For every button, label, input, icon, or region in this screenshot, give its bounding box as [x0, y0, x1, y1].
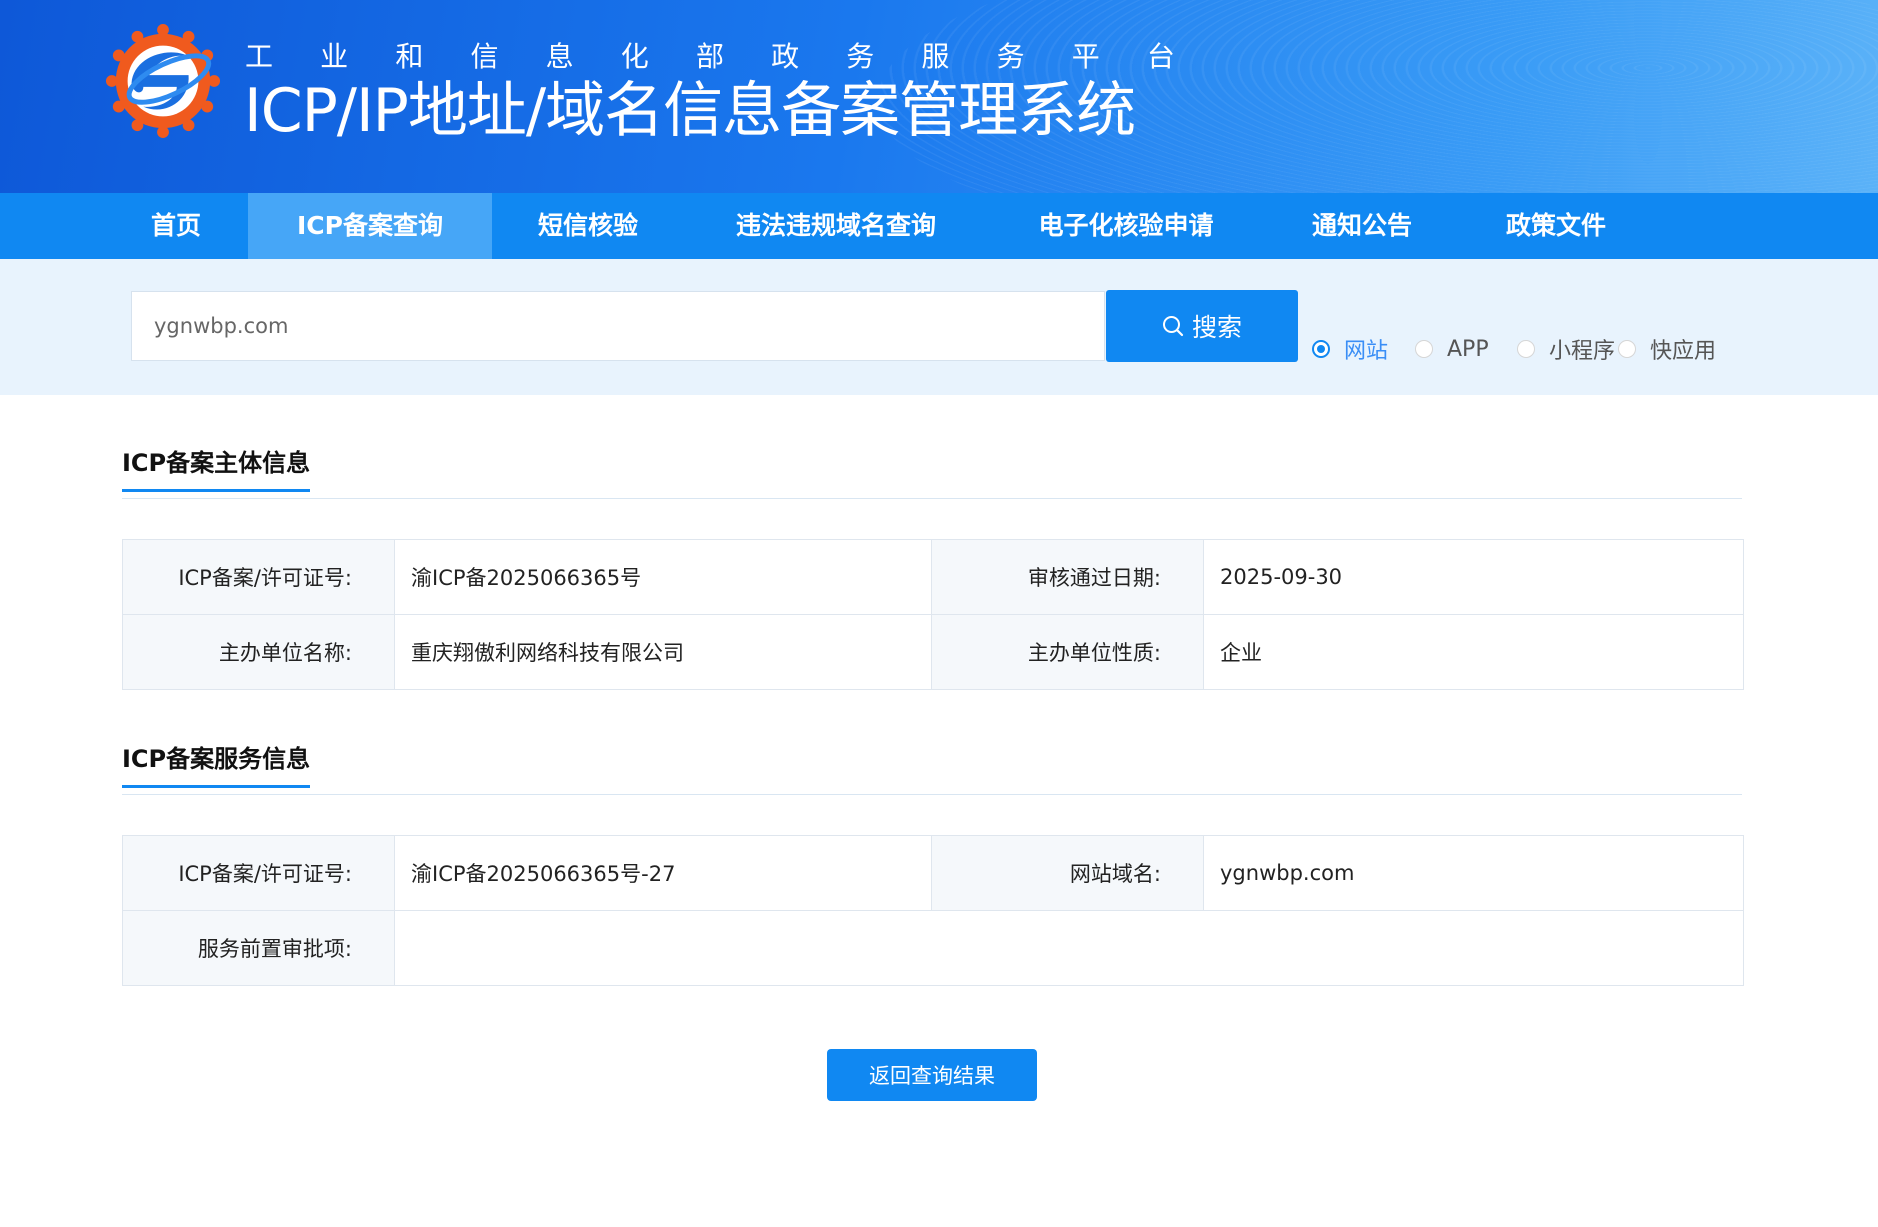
org-name-label: 主办单位名称: [122, 614, 395, 690]
service-info-table: ICP备案/许可证号: 渝ICP备2025066365号-27 网站域名: yg… [122, 835, 1744, 986]
subtitle-char: 息 [545, 40, 574, 73]
subtitle-char: 政 [771, 40, 800, 73]
back-to-results-button[interactable]: 返回查询结果 [827, 1049, 1037, 1101]
radio-quick-app[interactable]: 快应用 [1618, 333, 1716, 365]
nav-item-home[interactable]: 首页 [128, 193, 224, 259]
org-name-value: 重庆翔傲利网络科技有限公司 [394, 614, 932, 690]
search-button-label: 搜索 [1191, 313, 1242, 342]
main-nav: 首页 ICP备案查询 短信核验 违法违规域名查询 电子化核验申请 通知公告 政策… [0, 193, 1878, 259]
nav-item-illegal-domain[interactable]: 违法违规域名查询 [718, 193, 954, 259]
radio-label: 小程序 [1549, 339, 1616, 364]
nav-item-sms-verify[interactable]: 短信核验 [520, 193, 656, 259]
table-row: ICP备案/许可证号: 渝ICP备2025066365号-27 网站域名: yg… [122, 835, 1744, 911]
nav-item-policy[interactable]: 政策文件 [1490, 193, 1622, 259]
subtitle-char: 务 [846, 40, 875, 73]
radio-dot-icon [1618, 340, 1636, 358]
radio-dot-icon [1312, 340, 1330, 358]
subtitle-char: 信 [470, 40, 499, 73]
subtitle-char: 和 [395, 40, 424, 73]
org-nature-label: 主办单位性质: [931, 614, 1204, 690]
section-divider [122, 794, 1742, 795]
subtitle-char: 务 [996, 40, 1025, 73]
approve-date-label: 审核通过日期: [931, 539, 1204, 615]
search-button[interactable]: 搜索 [1106, 290, 1298, 362]
search-icon [1162, 316, 1184, 337]
table-row: 服务前置审批项: [122, 910, 1744, 986]
radio-mini-program[interactable]: 小程序 [1517, 333, 1615, 365]
domain-label: 网站域名: [931, 835, 1204, 911]
subject-info-table: ICP备案/许可证号: 渝ICP备2025066365号 审核通过日期: 202… [122, 539, 1744, 690]
radio-dot-icon [1415, 340, 1433, 358]
org-nature-value: 企业 [1203, 614, 1744, 690]
nav-item-e-verify[interactable]: 电子化核验申请 [1018, 193, 1234, 259]
table-row: ICP备案/许可证号: 渝ICP备2025066365号 审核通过日期: 202… [122, 539, 1744, 615]
header-banner: 工 业 和 信 息 化 部 政 务 服 务 平 台 ICP/IP地址/域名信息备… [0, 0, 1878, 193]
table-row: 主办单位名称: 重庆翔傲利网络科技有限公司 主办单位性质: 企业 [122, 614, 1744, 690]
approve-date-value: 2025-09-30 [1203, 539, 1744, 615]
radio-label: 网站 [1344, 339, 1389, 364]
system-title: ICP/IP地址/域名信息备案管理系统 [244, 76, 1136, 146]
subtitle-char: 台 [1146, 40, 1175, 73]
preapproval-label: 服务前置审批项: [122, 910, 395, 986]
subtitle-char: 工 [245, 40, 274, 73]
subtitle-char: 服 [921, 40, 950, 73]
domain-value: ygnwbp.com [1203, 835, 1744, 911]
ministry-subtitle: 工 业 和 信 息 化 部 政 务 服 务 平 台 [245, 36, 1175, 74]
nav-item-icp-query[interactable]: ICP备案查询 [248, 193, 492, 259]
preapproval-value [394, 910, 1744, 986]
radio-label: 快应用 [1650, 339, 1717, 364]
radio-dot-icon [1517, 340, 1535, 358]
service-license-label: ICP备案/许可证号: [122, 835, 395, 911]
license-label: ICP备案/许可证号: [122, 539, 395, 615]
subtitle-char: 业 [320, 40, 349, 73]
search-input[interactable]: ygnwbp.com [131, 291, 1105, 361]
radio-website[interactable]: 网站 [1312, 333, 1388, 365]
radio-app[interactable]: APP [1415, 333, 1489, 365]
license-value: 渝ICP备2025066365号 [394, 539, 932, 615]
service-license-value: 渝ICP备2025066365号-27 [394, 835, 932, 911]
subtitle-char: 部 [695, 40, 724, 73]
nav-item-notices[interactable]: 通知公告 [1296, 193, 1428, 259]
miit-logo-icon [105, 23, 221, 139]
subtitle-char: 平 [1071, 40, 1100, 73]
subtitle-char: 化 [620, 40, 649, 73]
section-divider [122, 498, 1742, 499]
radio-label: APP [1447, 336, 1489, 362]
service-section-title: ICP备案服务信息 [122, 742, 311, 788]
subject-section-title: ICP备案主体信息 [122, 446, 311, 492]
